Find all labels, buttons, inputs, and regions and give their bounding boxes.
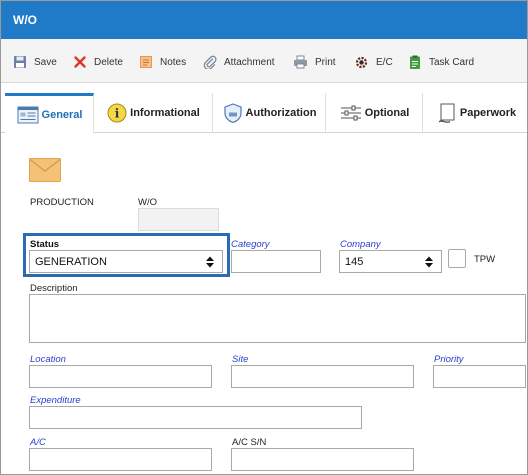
- status-select[interactable]: GENERATION: [29, 250, 223, 273]
- delete-icon: [74, 56, 86, 68]
- window-title: W/O: [13, 13, 37, 27]
- print-button[interactable]: Print: [293, 54, 336, 70]
- ac-sn-input[interactable]: [231, 448, 414, 471]
- production-label: PRODUCTION: [30, 197, 94, 208]
- save-button[interactable]: Save: [13, 54, 57, 70]
- envelope-icon: [29, 158, 61, 182]
- wo-field: [138, 208, 219, 231]
- tab-informational[interactable]: i Informational: [94, 93, 213, 133]
- shield-icon: [223, 103, 242, 124]
- site-input[interactable]: [231, 365, 414, 388]
- priority-input[interactable]: [433, 365, 526, 388]
- tab-bar: General i Informational Authorization Op…: [1, 93, 527, 133]
- title-bar: W/O: [1, 1, 527, 39]
- category-label: Category: [231, 239, 270, 250]
- tab-authorization[interactable]: Authorization: [213, 93, 326, 133]
- paperclip-icon: [203, 55, 217, 69]
- printer-icon: [294, 55, 307, 69]
- tpw-checkbox[interactable]: [448, 249, 466, 268]
- tab-general-label: General: [41, 108, 83, 121]
- description-textarea[interactable]: [29, 294, 526, 343]
- ac-label: A/C: [30, 437, 46, 448]
- location-input[interactable]: [29, 365, 212, 388]
- category-input[interactable]: [231, 250, 321, 273]
- delete-label: Delete: [94, 56, 123, 68]
- ec-gear-icon: [355, 56, 368, 68]
- expenditure-input[interactable]: [29, 406, 362, 429]
- sliders-icon: [340, 105, 361, 121]
- tab-paperwork-label: Paperwork: [459, 107, 517, 119]
- save-label: Save: [34, 56, 57, 68]
- tab-informational-label: Informational: [130, 107, 200, 119]
- wo-window: W/O Save Delete Notes Attachment Print E…: [0, 0, 528, 475]
- attachment-button[interactable]: Attachment: [203, 54, 275, 70]
- task-card-button[interactable]: Task Card: [408, 54, 474, 70]
- location-label: Location: [30, 354, 66, 365]
- select-arrows-icon: [425, 256, 433, 267]
- company-label: Company: [340, 239, 381, 250]
- notes-icon: [140, 56, 152, 68]
- wo-label: W/O: [138, 197, 157, 208]
- tab-general[interactable]: General: [5, 93, 94, 133]
- tpw-label: TPW: [474, 254, 496, 265]
- ac-input[interactable]: [29, 448, 212, 471]
- tab-paperwork[interactable]: Paperwork: [423, 93, 527, 133]
- company-value: 145: [345, 255, 364, 268]
- delete-button[interactable]: Delete: [73, 54, 123, 70]
- save-icon: [14, 56, 26, 68]
- ec-button[interactable]: E/C: [354, 54, 393, 70]
- tab-authorization-label: Authorization: [245, 107, 317, 119]
- attachment-label: Attachment: [224, 56, 275, 68]
- status-label: Status: [30, 239, 60, 250]
- description-label: Description: [30, 283, 78, 294]
- select-arrows-icon: [206, 256, 214, 267]
- task-card-icon: [410, 55, 420, 69]
- site-label: Site: [232, 354, 249, 365]
- tab-optional-label: Optional: [364, 107, 410, 119]
- notes-button[interactable]: Notes: [139, 54, 186, 70]
- tab-optional[interactable]: Optional: [326, 93, 423, 133]
- task-card-label: Task Card: [429, 56, 475, 68]
- general-form-icon: [17, 106, 39, 123]
- ac-sn-label: A/C S/N: [232, 437, 267, 448]
- svg-text:i: i: [115, 107, 120, 121]
- notes-label: Notes: [160, 56, 187, 68]
- status-value: GENERATION: [35, 255, 107, 268]
- toolbar: Save Delete Notes Attachment Print E/C T…: [1, 39, 527, 83]
- print-label: Print: [315, 56, 336, 68]
- company-select[interactable]: 145: [339, 250, 442, 273]
- expenditure-label: Expenditure: [30, 395, 81, 406]
- info-icon: i: [107, 103, 127, 123]
- paperwork-icon: [438, 103, 455, 123]
- ec-label: E/C: [376, 56, 393, 68]
- priority-label: Priority: [434, 354, 464, 365]
